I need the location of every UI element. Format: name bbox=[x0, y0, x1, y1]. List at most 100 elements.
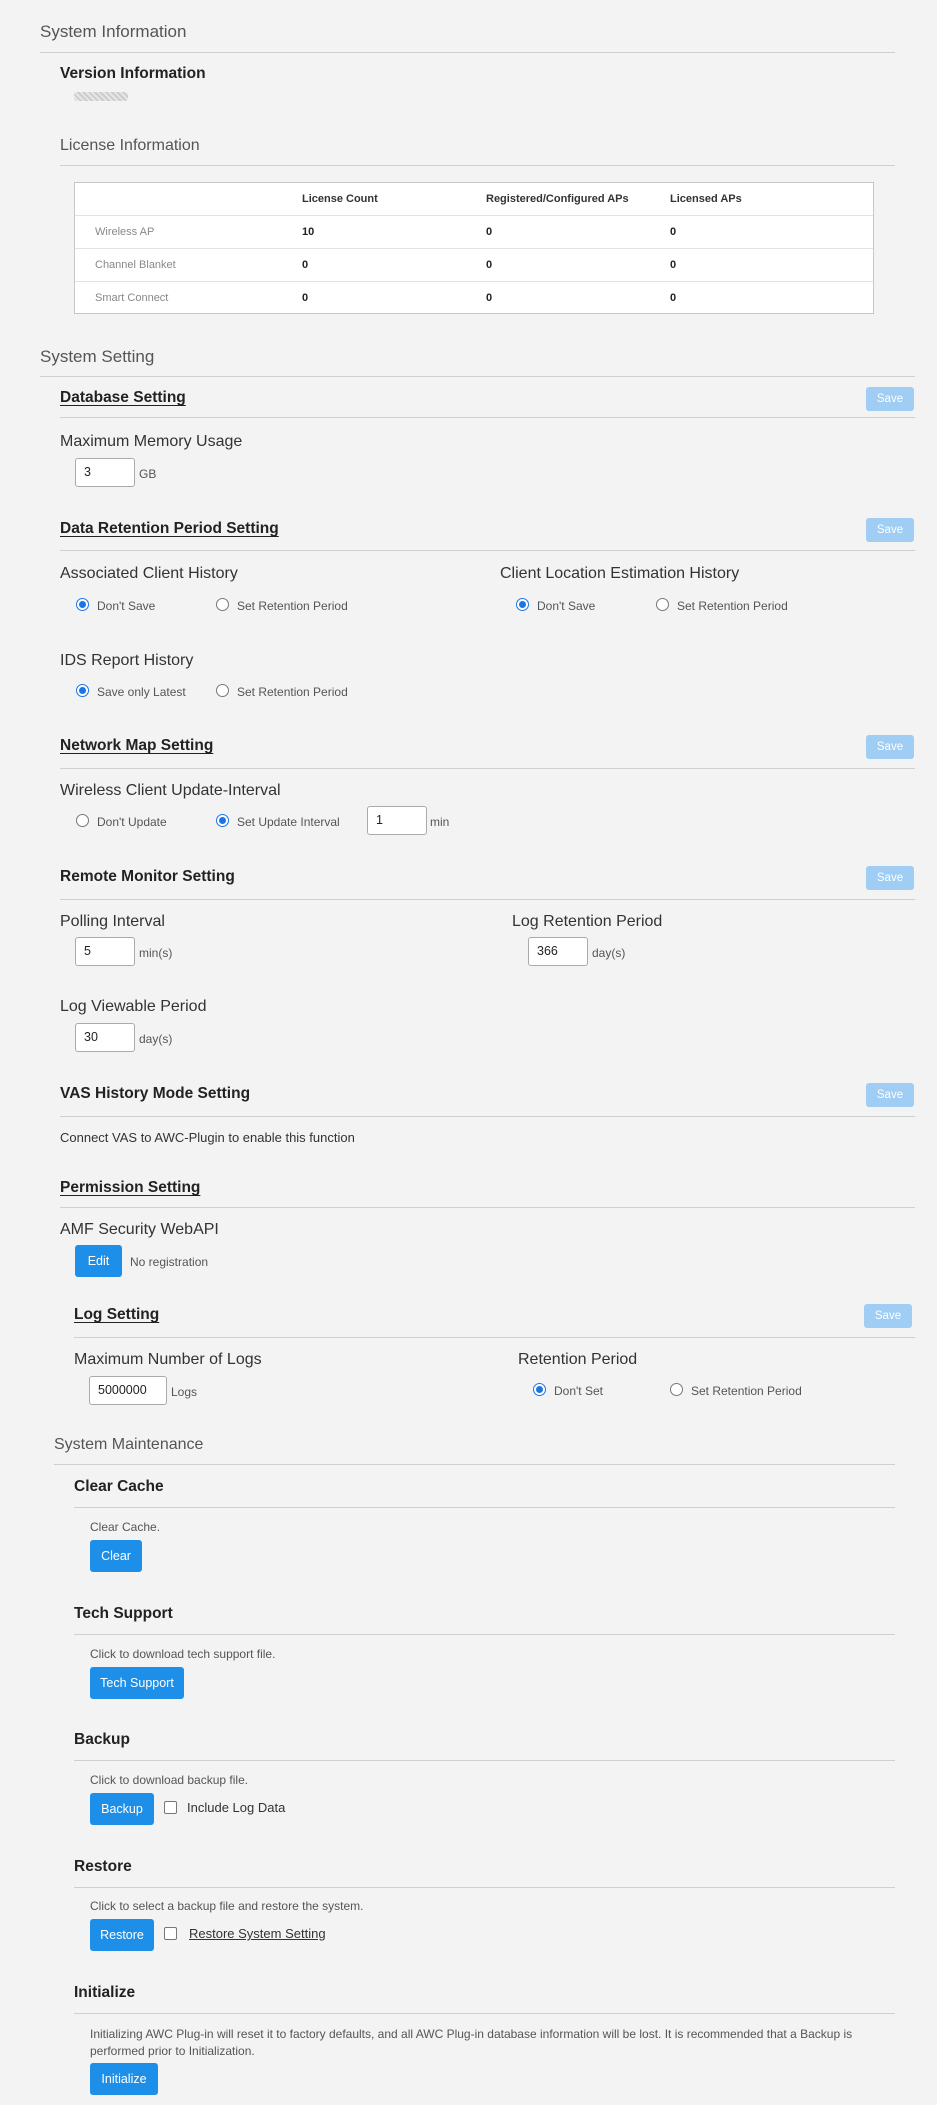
header-licensed-aps: Licensed APs bbox=[670, 193, 742, 205]
interval-unit: min bbox=[430, 815, 450, 829]
row-name: Smart Connect bbox=[95, 292, 169, 304]
dont-update-radio[interactable] bbox=[76, 814, 89, 827]
edit-button[interactable]: Edit bbox=[75, 1245, 122, 1277]
logs-unit: Logs bbox=[171, 1385, 198, 1399]
divider bbox=[60, 1207, 915, 1208]
tech-support-button[interactable]: Tech Support bbox=[90, 1667, 184, 1699]
system-setting-title: System Setting bbox=[40, 347, 155, 366]
cell: 0 bbox=[670, 292, 677, 304]
divider bbox=[74, 1507, 895, 1508]
restore-button[interactable]: Restore bbox=[90, 1919, 154, 1951]
data-retention-title[interactable]: Data Retention Period Setting bbox=[60, 520, 279, 538]
backup-button[interactable]: Backup bbox=[90, 1793, 154, 1825]
backup-title: Backup bbox=[74, 1731, 130, 1748]
divider bbox=[60, 768, 915, 769]
table-header-row: License Count Registered/Configured APs … bbox=[75, 183, 873, 216]
registration-status: No registration bbox=[130, 1255, 209, 1269]
table-row: Channel Blanket 0 0 0 bbox=[75, 248, 873, 282]
update-interval-input[interactable]: 1 bbox=[367, 806, 427, 835]
divider bbox=[60, 550, 915, 551]
divider bbox=[74, 1337, 915, 1338]
client-location-history-label: Client Location Estimation History bbox=[500, 565, 740, 582]
log-dont-set-label: Don't Set bbox=[554, 1384, 603, 1398]
include-log-data-checkbox[interactable] bbox=[164, 1801, 177, 1814]
log-set-retention-label: Set Retention Period bbox=[691, 1384, 802, 1398]
ids-report-history-label: IDS Report History bbox=[60, 652, 194, 669]
log-retention-unit: day(s) bbox=[592, 946, 626, 960]
log-viewable-unit: day(s) bbox=[139, 1032, 173, 1046]
system-information-title: System Information bbox=[40, 22, 187, 41]
clear-cache-title: Clear Cache bbox=[74, 1478, 164, 1495]
data-retention-save-button[interactable]: Save bbox=[866, 518, 914, 542]
table-row: Wireless AP 10 0 0 bbox=[75, 215, 873, 249]
log-setting-title[interactable]: Log Setting bbox=[74, 1306, 159, 1324]
update-interval-label: Wireless Client Update-Interval bbox=[60, 782, 281, 799]
log-retention-input[interactable]: 366 bbox=[528, 937, 588, 966]
database-save-button[interactable]: Save bbox=[866, 387, 914, 411]
set-update-interval-radio[interactable] bbox=[216, 814, 229, 827]
remote-monitor-save-button[interactable]: Save bbox=[866, 866, 914, 890]
divider bbox=[74, 2013, 895, 2014]
divider bbox=[60, 165, 895, 166]
divider bbox=[60, 1116, 915, 1117]
ids-set-retention-radio[interactable] bbox=[216, 684, 229, 697]
location-set-retention-label: Set Retention Period bbox=[677, 599, 788, 613]
clear-cache-desc: Clear Cache. bbox=[90, 1520, 161, 1534]
vas-history-title: VAS History Mode Setting bbox=[60, 1085, 251, 1102]
ids-save-latest-label: Save only Latest bbox=[97, 685, 186, 699]
memory-unit: GB bbox=[139, 467, 157, 481]
divider bbox=[60, 899, 915, 900]
network-map-save-button[interactable]: Save bbox=[866, 735, 914, 759]
database-setting-title[interactable]: Database Setting bbox=[60, 389, 186, 407]
version-redacted bbox=[74, 92, 128, 101]
restore-system-setting-checkbox[interactable] bbox=[164, 1927, 177, 1940]
license-table: License Count Registered/Configured APs … bbox=[74, 182, 874, 314]
log-viewable-input[interactable]: 30 bbox=[75, 1023, 135, 1052]
table-row: Smart Connect 0 0 0 bbox=[75, 281, 873, 315]
ids-set-retention-label: Set Retention Period bbox=[237, 685, 348, 699]
version-information-title: Version Information bbox=[60, 65, 206, 82]
location-dont-save-radio[interactable] bbox=[516, 598, 529, 611]
ids-save-latest-radio[interactable] bbox=[76, 684, 89, 697]
vas-save-button[interactable]: Save bbox=[866, 1083, 914, 1107]
network-map-title[interactable]: Network Map Setting bbox=[60, 737, 213, 755]
dont-update-label: Don't Update bbox=[97, 815, 167, 829]
polling-interval-label: Polling Interval bbox=[60, 913, 165, 930]
divider bbox=[40, 376, 915, 377]
log-set-retention-radio[interactable] bbox=[670, 1383, 683, 1396]
license-information-title: License Information bbox=[60, 137, 200, 154]
divider bbox=[54, 1464, 895, 1465]
permission-setting-title[interactable]: Permission Setting bbox=[60, 1179, 200, 1197]
max-memory-input[interactable]: 3 bbox=[75, 458, 135, 487]
assoc-set-retention-radio[interactable] bbox=[216, 598, 229, 611]
initialize-title: Initialize bbox=[74, 1984, 136, 2001]
max-logs-label: Maximum Number of Logs bbox=[74, 1351, 262, 1368]
restore-title: Restore bbox=[74, 1858, 132, 1875]
polling-interval-input[interactable]: 5 bbox=[75, 937, 135, 966]
row-name: Channel Blanket bbox=[95, 259, 176, 271]
remote-monitor-title: Remote Monitor Setting bbox=[60, 868, 235, 885]
cell: 10 bbox=[302, 226, 315, 238]
cell: 0 bbox=[486, 292, 493, 304]
restore-desc: Click to select a backup file and restor… bbox=[90, 1899, 364, 1913]
log-dont-set-radio[interactable] bbox=[533, 1383, 546, 1396]
associated-client-history-label: Associated Client History bbox=[60, 565, 238, 582]
backup-desc: Click to download backup file. bbox=[90, 1773, 249, 1787]
location-dont-save-label: Don't Save bbox=[537, 599, 596, 613]
location-set-retention-radio[interactable] bbox=[656, 598, 669, 611]
clear-cache-button[interactable]: Clear bbox=[90, 1540, 142, 1572]
header-license-count: License Count bbox=[302, 193, 378, 205]
initialize-button[interactable]: Initialize bbox=[90, 2063, 158, 2095]
tech-support-title: Tech Support bbox=[74, 1605, 173, 1622]
row-name: Wireless AP bbox=[95, 226, 155, 238]
max-logs-input[interactable]: 5000000 bbox=[89, 1376, 167, 1405]
assoc-dont-save-radio[interactable] bbox=[76, 598, 89, 611]
log-setting-save-button[interactable]: Save bbox=[864, 1304, 912, 1328]
retention-period-label: Retention Period bbox=[518, 1351, 638, 1368]
divider bbox=[60, 417, 915, 418]
cell: 0 bbox=[486, 259, 493, 271]
restore-system-setting-label[interactable]: Restore System Setting bbox=[189, 1926, 326, 1941]
cell: 0 bbox=[486, 226, 493, 238]
polling-unit: min(s) bbox=[139, 946, 173, 960]
cell: 0 bbox=[670, 259, 677, 271]
